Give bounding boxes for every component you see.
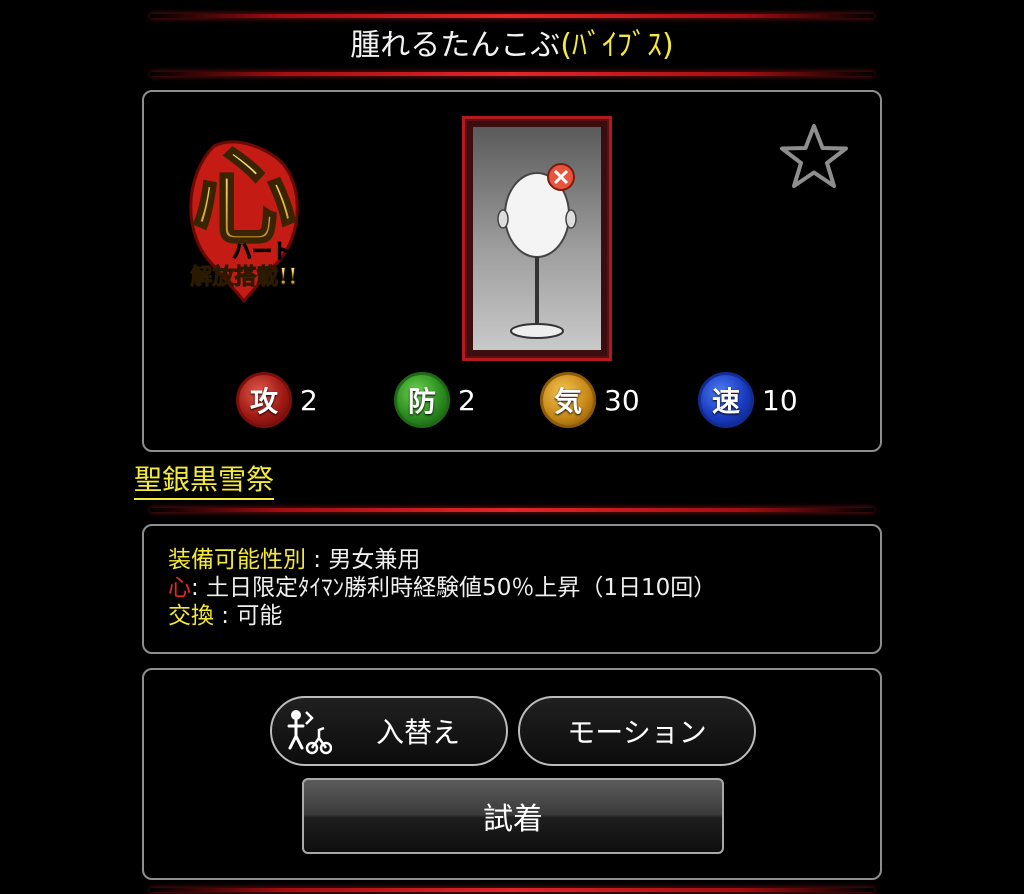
stat-defense-value: 2 [458,383,476,417]
title-divider [150,72,874,76]
info-lines: 装備可能性別 : 男女兼用 心: 土日限定ﾀｲﾏﾝ勝利時経験値50％上昇（1日1… [168,546,716,630]
favorite-star-icon[interactable] [778,122,850,192]
item-title-name: 腫れるたんこぶ [350,28,561,63]
stat-ki-value: 30 [604,383,640,417]
set-name-link[interactable]: 聖銀黒雪祭 [134,462,275,500]
info-trade-row: 交換 : 可能 [168,603,283,629]
swap-button[interactable]: 入替え [270,696,508,766]
item-title: 腫れるたんこぶ(ﾊﾞｲﾌﾞｽ) [0,26,1024,66]
ki-icon: 気 [540,372,596,428]
stat-speed: 速 10 [698,372,798,428]
top-divider [150,14,874,18]
info-divider [150,508,874,512]
stat-defense: 防 2 [394,372,476,428]
stat-speed-value: 10 [762,383,798,417]
tankobu-bump-icon [473,127,601,350]
stats-row: 攻 2 防 2 気 30 速 10 [144,372,880,432]
heart-label: 心 [168,575,191,601]
speed-icon: 速 [698,372,754,428]
heart-value: : 土日限定ﾀｲﾏﾝ勝利時経験値50％上昇（1日10回） [191,575,717,601]
swap-figure-icon [286,708,333,756]
stat-attack-value: 2 [300,383,318,417]
trade-value: 可能 [236,603,283,629]
stat-ki: 気 30 [540,372,640,428]
item-title-category: (ﾊﾞｲﾌﾞｽ) [560,28,674,63]
motion-button[interactable]: モーション [518,696,756,766]
swap-label: 入替え [375,716,460,749]
heart-liberation-badge: 心 ハート 解放搭載!! [174,116,314,306]
attack-icon: 攻 [236,372,292,428]
item-detail-screen: 腫れるたんこぶ(ﾊﾞｲﾌﾞｽ) 心 ハート 解放搭載!! 攻 2 防 2 気 3… [0,0,1024,894]
info-gender-row: 装備可能性別 : 男女兼用 [168,547,421,573]
bottom-divider [150,888,874,892]
trade-label: 交換 [168,603,214,629]
item-panel: 心 ハート 解放搭載!! 攻 2 防 2 気 30 速 10 [142,90,882,452]
badge-line2: 解放搭載!! [190,264,297,290]
info-panel: 装備可能性別 : 男女兼用 心: 土日限定ﾀｲﾏﾝ勝利時経験値50％上昇（1日1… [142,524,882,654]
stat-attack: 攻 2 [236,372,318,428]
info-heart-row: 心: 土日限定ﾀｲﾏﾝ勝利時経験値50％上昇（1日10回） [168,574,716,602]
try-on-button[interactable]: 試着 [302,778,724,854]
gender-label: 装備可能性別 [168,547,306,573]
defense-icon: 防 [394,372,450,428]
actions-panel: 入替え モーション 試着 [142,668,882,880]
gender-value: 男女兼用 [328,547,421,573]
item-image-frame [462,116,612,361]
badge-line1: ハート [232,239,292,263]
